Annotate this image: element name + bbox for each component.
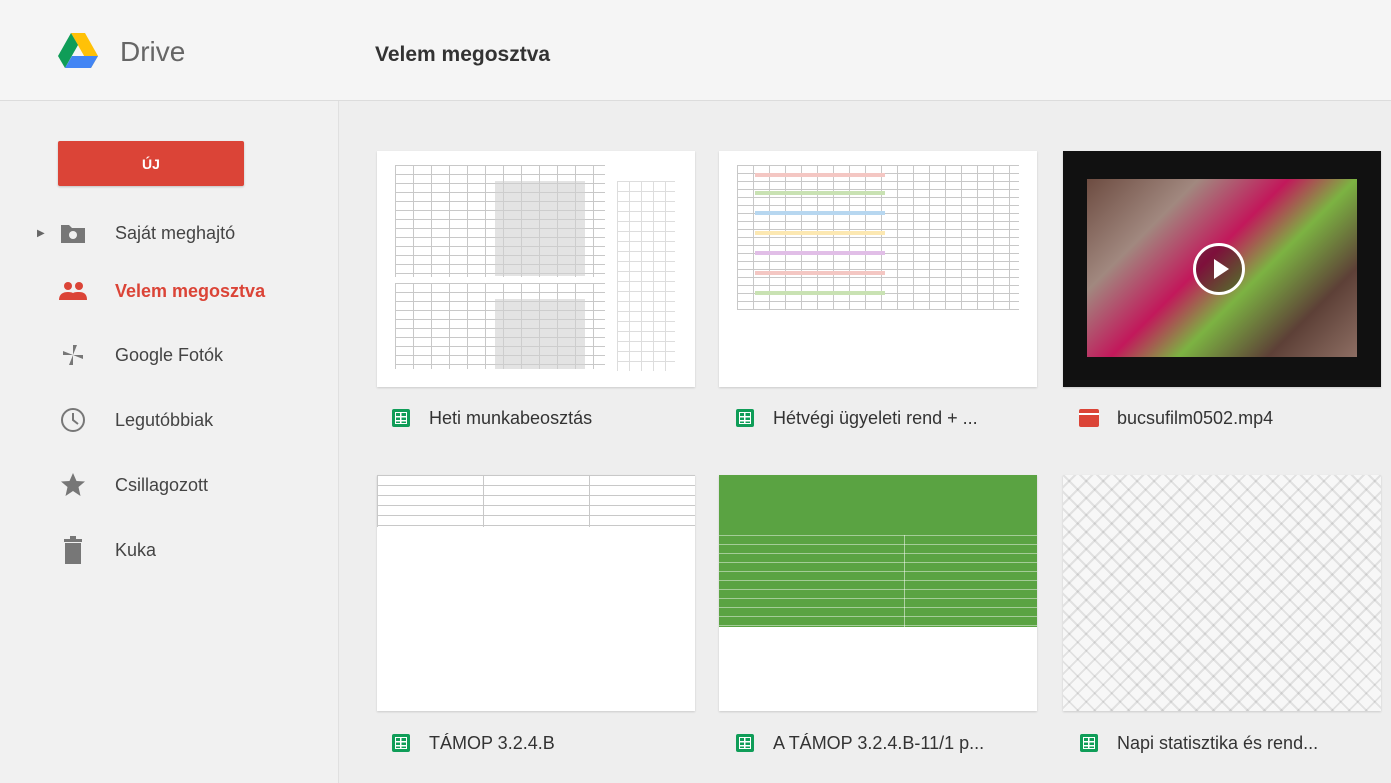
sidebar-item-label: Saját meghajtó xyxy=(115,222,236,243)
drive-folder-icon xyxy=(55,218,91,248)
sidebar-item-google-photos[interactable]: Google Fotók xyxy=(0,335,338,375)
sidebar-item-label: Csillagozott xyxy=(115,474,209,495)
file-thumbnail[interactable] xyxy=(1063,151,1381,387)
sidebar-item-recent[interactable]: Legutóbbiak xyxy=(0,400,338,440)
file-thumbnail[interactable] xyxy=(1063,475,1381,711)
people-icon xyxy=(55,276,91,306)
file-name-row[interactable]: A TÁMOP 3.2.4.B-11/1 p... xyxy=(735,728,984,758)
sheet-column-line xyxy=(904,535,905,627)
shaded-cells xyxy=(495,181,585,276)
page-title: Velem megosztva xyxy=(375,43,551,66)
drive-logo-icon[interactable] xyxy=(58,33,98,69)
sidebar-item-label: Kuka xyxy=(115,539,157,560)
file-name: A TÁMOP 3.2.4.B-11/1 p... xyxy=(773,732,985,753)
file-name: TÁMOP 3.2.4.B xyxy=(429,732,555,753)
sidebar-item-label: Google Fotók xyxy=(115,344,224,365)
file-name-row[interactable]: Hétvégi ügyeleti rend + ... xyxy=(735,403,978,433)
sidebar-item-label: Velem megosztva xyxy=(115,280,266,301)
spreadsheet-icon xyxy=(735,733,755,753)
file-thumbnail[interactable] xyxy=(377,151,695,387)
sidebar-item-shared-with-me[interactable]: Velem megosztva xyxy=(0,271,338,311)
sidebar-item-label: Legutóbbiak xyxy=(115,409,214,430)
pinwheel-icon xyxy=(55,340,91,370)
spreadsheet-icon xyxy=(1079,733,1099,753)
sidebar-item-starred[interactable]: Csillagozott xyxy=(0,465,338,505)
spreadsheet-icon xyxy=(735,408,755,428)
expand-caret-icon[interactable]: ▶ xyxy=(37,228,45,239)
new-button[interactable]: ÚJ xyxy=(58,141,244,186)
colored-row xyxy=(755,271,885,275)
spreadsheet-preview xyxy=(377,475,695,527)
colored-row xyxy=(755,211,885,215)
sidebar-item-trash[interactable]: Kuka xyxy=(0,530,338,570)
file-name: Heti munkabeosztás xyxy=(429,407,593,428)
spreadsheet-icon xyxy=(391,408,411,428)
file-name-row[interactable]: Heti munkabeosztás xyxy=(391,403,592,433)
spreadsheet-preview xyxy=(737,165,1019,310)
file-name: Napi statisztika és rend... xyxy=(1117,732,1319,753)
sidebar-item-my-drive[interactable]: ▶ Saját meghajtó xyxy=(0,213,338,253)
colored-row xyxy=(755,291,885,295)
file-name-row[interactable]: Napi statisztika és rend... xyxy=(1079,728,1318,758)
clock-icon xyxy=(55,405,91,435)
spreadsheet-icon xyxy=(391,733,411,753)
file-thumbnail[interactable] xyxy=(377,475,695,711)
trash-icon xyxy=(55,535,91,565)
sidebar: ÚJ ▶ Saját meghajtó Velem megosztva Goog… xyxy=(0,101,339,783)
star-icon xyxy=(55,470,91,500)
file-grid: Heti munkabeosztás Hétvégi ügyeleti rend… xyxy=(339,101,1391,783)
colored-row xyxy=(755,191,885,195)
file-thumbnail[interactable] xyxy=(719,151,1037,387)
file-name: Hétvégi ügyeleti rend + ... xyxy=(773,407,978,428)
top-bar: Drive Velem megosztva xyxy=(0,0,1391,101)
colored-row xyxy=(755,231,885,235)
play-icon[interactable] xyxy=(1193,243,1245,295)
colored-row xyxy=(755,173,885,177)
shaded-cells xyxy=(495,299,585,369)
video-file-icon xyxy=(1079,408,1099,428)
file-name-row[interactable]: bucsufilm0502.mp4 xyxy=(1079,403,1273,433)
file-thumbnail[interactable] xyxy=(719,475,1037,711)
colored-row xyxy=(755,251,885,255)
file-name-row[interactable]: TÁMOP 3.2.4.B xyxy=(391,728,555,758)
sheet-rows xyxy=(719,535,1037,627)
spreadsheet-preview xyxy=(617,181,675,371)
file-name: bucsufilm0502.mp4 xyxy=(1117,407,1274,428)
app-name[interactable]: Drive xyxy=(120,36,185,68)
